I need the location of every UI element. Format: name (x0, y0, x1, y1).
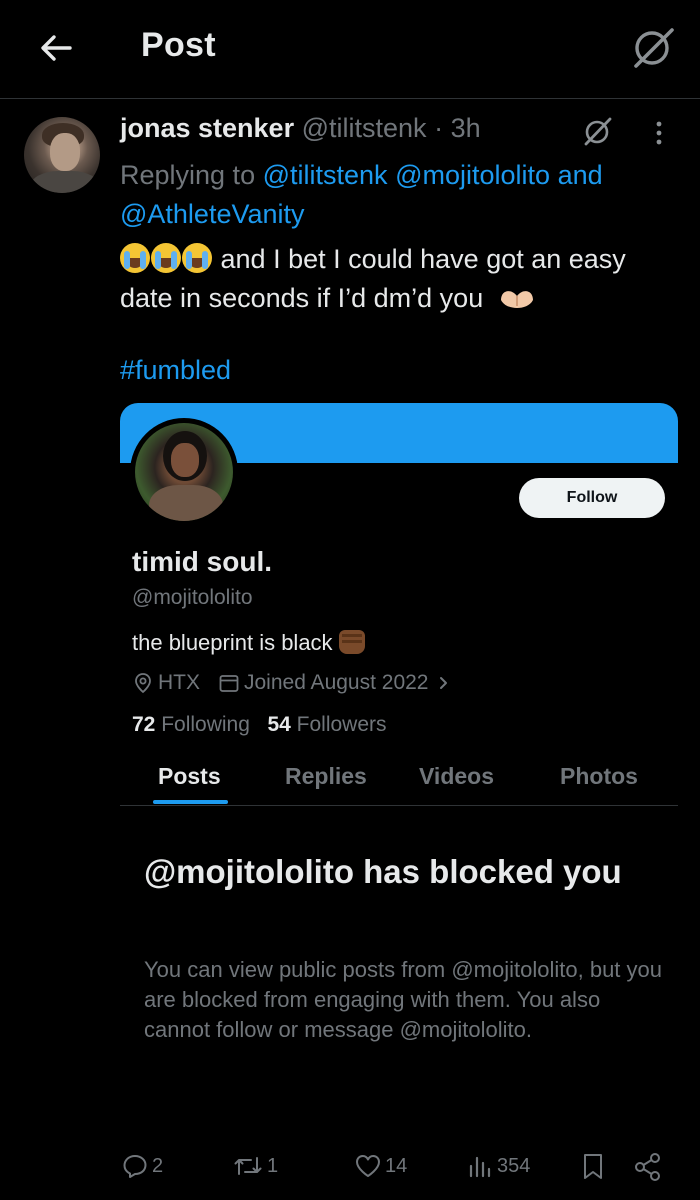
hashtag-link[interactable]: #fumbled (120, 355, 231, 386)
mention-link[interactable]: @mojitololito (395, 160, 550, 190)
share-icon[interactable] (633, 1152, 663, 1182)
like-count: 14 (385, 1154, 408, 1177)
analytics-icon (469, 1156, 491, 1178)
grok-icon[interactable] (628, 24, 678, 70)
views-button[interactable]: 354 (466, 1152, 530, 1180)
profile-bio: the blueprint is black (132, 630, 365, 656)
timestamp[interactable]: 3h (451, 113, 481, 143)
profile-location: HTX (158, 671, 200, 694)
replying-to: Replying to @tilitstenk @mojitololito an… (120, 156, 680, 234)
tweet-text: and I bet I could have got an easy date … (120, 240, 680, 318)
followers-count: 54 (267, 713, 291, 736)
top-bar: Post (0, 0, 700, 99)
profile-handle: @mojitololito (132, 586, 253, 609)
reply-count: 2 (152, 1154, 164, 1177)
mention-link[interactable]: @tilitstenk (263, 160, 388, 190)
separator-dot: · (434, 113, 444, 143)
profile-stats: 72 Following 54 Followers (132, 713, 387, 737)
mention-and[interactable]: and (558, 160, 603, 190)
crying-emoji-icon (120, 243, 150, 273)
replying-to-label: Replying to (120, 160, 256, 190)
mention-link[interactable]: @AthleteVanity (120, 199, 305, 229)
profile-name: timid soul. (132, 546, 272, 577)
profile-joined: Joined August 2022 (244, 671, 429, 694)
blocked-title: @mojitololito has blocked you (144, 853, 622, 890)
followers-link[interactable]: 54 Followers (267, 713, 386, 736)
raised-fist-emoji-icon (338, 630, 365, 654)
reply-button[interactable]: 2 (121, 1152, 163, 1180)
repost-count: 1 (267, 1154, 279, 1177)
repost-button[interactable]: 1 (232, 1152, 278, 1180)
crying-emoji-icon (182, 243, 212, 273)
chevron-right-icon[interactable] (435, 672, 453, 694)
view-count: 354 (497, 1154, 531, 1177)
following-label: Following (161, 713, 250, 736)
more-options-icon[interactable] (652, 118, 666, 148)
author-handle[interactable]: @tilitstenk (302, 113, 427, 143)
repost-icon (234, 1157, 262, 1175)
follow-button[interactable]: Follow (519, 478, 665, 518)
blocked-description: You can view public posts from @mojitolo… (144, 957, 662, 1042)
profile-avatar[interactable] (130, 418, 238, 526)
author-name[interactable]: jonas stenker (120, 113, 294, 143)
active-tab-indicator (153, 800, 228, 804)
back-arrow-icon[interactable] (34, 26, 78, 70)
heart-hands-emoji-icon (500, 291, 533, 308)
tab-replies[interactable]: Replies (285, 763, 367, 790)
followers-label: Followers (296, 713, 387, 736)
profile-bio-text: the blueprint is black (132, 630, 333, 655)
bookmark-icon[interactable] (580, 1152, 606, 1182)
heart-icon (356, 1155, 380, 1177)
like-button[interactable]: 14 (354, 1152, 407, 1180)
author-avatar[interactable] (24, 117, 100, 193)
tweet-meta: jonas stenker @tilitstenk · 3h (120, 113, 481, 144)
reply-icon (123, 1155, 147, 1178)
location-pin-icon (135, 673, 151, 694)
page-title: Post (141, 26, 216, 64)
calendar-icon (219, 675, 239, 692)
tab-videos[interactable]: Videos (419, 763, 494, 790)
following-link[interactable]: 72 Following (132, 713, 250, 736)
tweet-action-bar: 2 1 14 354 (0, 1148, 700, 1188)
tab-photos[interactable]: Photos (560, 763, 638, 790)
grok-icon[interactable] (582, 116, 614, 146)
tab-posts[interactable]: Posts (158, 763, 221, 790)
profile-info: HTX Joined August 2022 (132, 671, 457, 695)
crying-emoji-icon (151, 243, 181, 273)
following-count: 72 (132, 713, 156, 736)
